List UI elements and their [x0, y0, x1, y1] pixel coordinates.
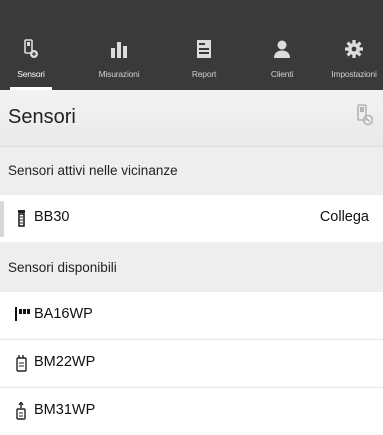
sensor-name: BM31WP	[34, 402, 96, 418]
clients-icon	[271, 38, 293, 60]
report-icon	[193, 38, 215, 60]
connect-button[interactable]: Collega	[320, 209, 369, 225]
tab-report[interactable]: Report	[182, 38, 226, 90]
sensor-device-icon	[14, 209, 30, 227]
tab-label: Clienti	[270, 69, 294, 79]
top-nav-bar: Sensori Misurazioni Report Clienti Impos…	[0, 0, 383, 90]
sensor-row-bb30[interactable]: BB30 Collega	[0, 195, 383, 242]
sensor-icon	[20, 38, 42, 60]
tab-label: Misurazioni	[98, 69, 140, 79]
section-title: Sensori attivi nelle vicinanze	[8, 163, 178, 178]
section-title: Sensori disponibili	[8, 260, 117, 275]
sensor-name: BM22WP	[34, 354, 96, 370]
tab-impostazioni[interactable]: Impostazioni	[325, 38, 383, 90]
sensor-refresh-icon[interactable]	[357, 104, 374, 131]
section-header-available: Sensori disponibili	[0, 244, 383, 292]
section-header-active: Sensori attivi nelle vicinanze	[0, 147, 383, 195]
tab-label: Sensori	[17, 69, 45, 79]
sensor-row-bm22wp[interactable]: BM22WP	[0, 340, 383, 388]
sensor-name: BA16WP	[34, 306, 93, 322]
tab-sensori[interactable]: Sensori	[4, 38, 58, 90]
sensor-name: BB30	[34, 209, 70, 225]
bar-sensor-icon	[14, 306, 30, 324]
tab-label: Report	[191, 69, 217, 79]
bar-chart-icon	[108, 38, 130, 60]
page-title: Sensori	[8, 106, 76, 128]
meter-sensor-icon	[14, 354, 30, 372]
selection-indicator	[0, 201, 4, 237]
sensor-row-ba16wp[interactable]: BA16WP	[0, 292, 383, 340]
page-header: Sensori	[0, 90, 383, 147]
tab-clienti[interactable]: Clienti	[262, 38, 302, 90]
gear-icon	[343, 38, 365, 60]
tab-misurazioni[interactable]: Misurazioni	[88, 38, 150, 90]
sensor-row-bm31wp[interactable]: BM31WP	[0, 388, 383, 435]
tab-label: Impostazioni	[331, 69, 377, 79]
probe-sensor-icon	[14, 400, 30, 420]
